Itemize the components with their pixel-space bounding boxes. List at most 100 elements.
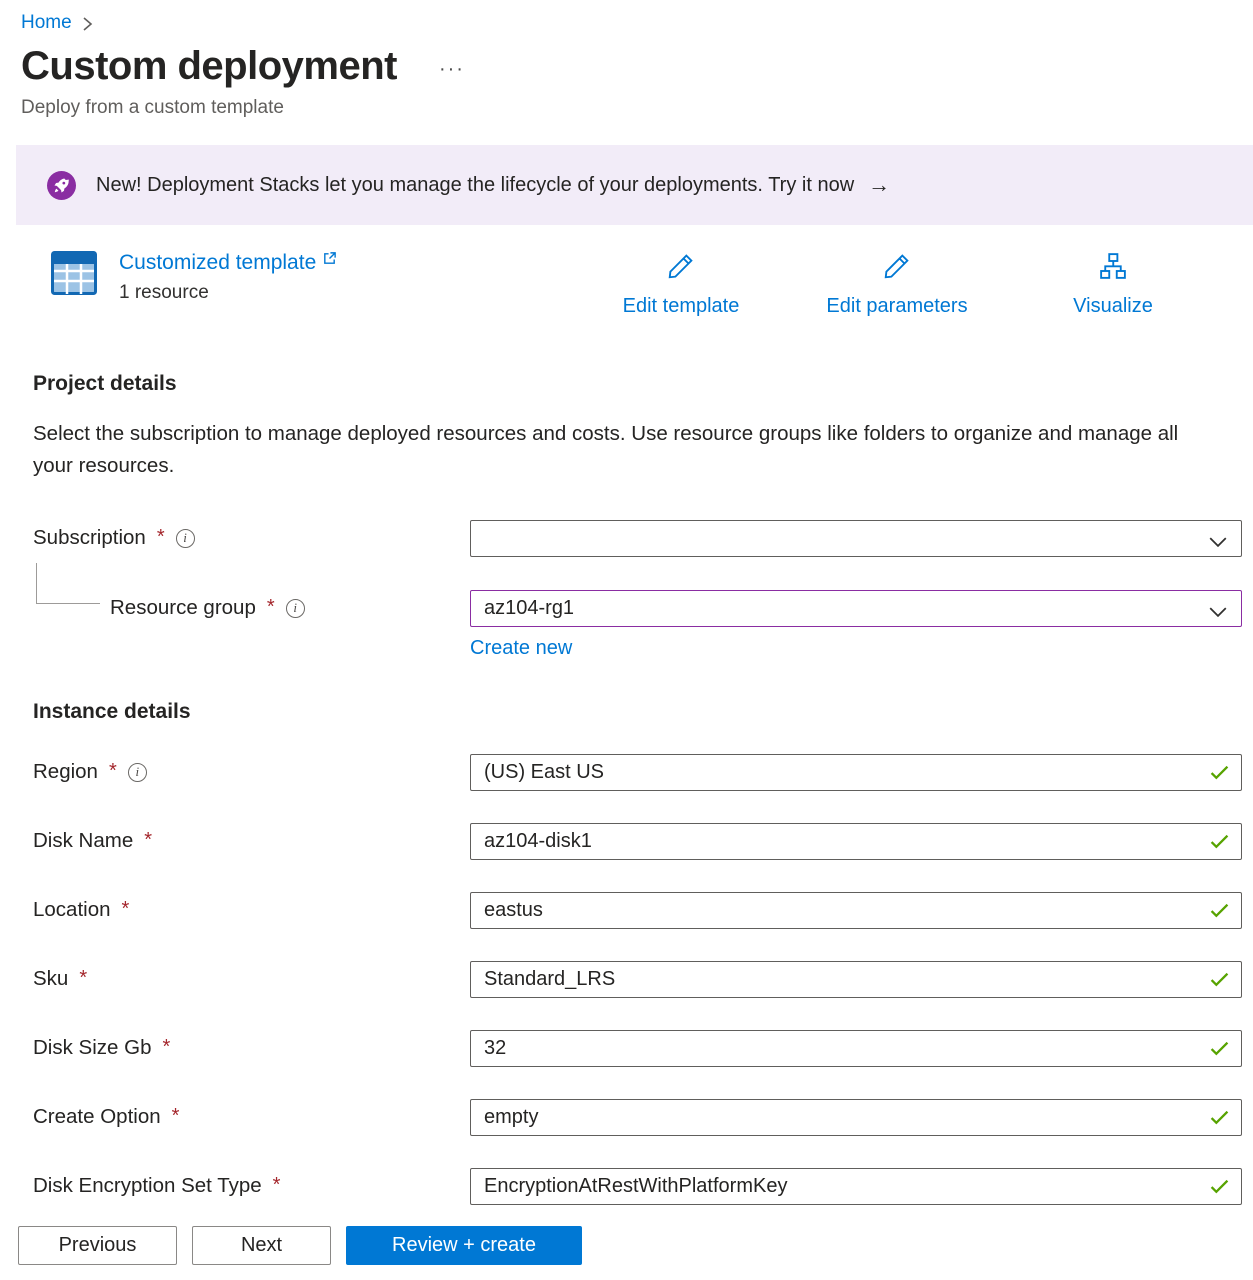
subscription-row: Subscription * i <box>33 520 1253 557</box>
custom-deployment-page: Home Custom deployment ··· Deploy from a… <box>0 0 1253 1280</box>
visualize-label: Visualize <box>1073 295 1153 318</box>
edit-parameters-label: Edit parameters <box>826 295 967 318</box>
resource-group-dropdown[interactable]: az104-rg1 <box>470 590 1242 627</box>
footer-action-bar: Previous Next Review + create <box>0 1210 1253 1280</box>
deployment-stacks-banner: New! Deployment Stacks let you manage th… <box>16 145 1253 225</box>
disk-encryption-input[interactable]: EncryptionAtRestWithPlatformKey <box>470 1168 1242 1205</box>
disk-size-value: 32 <box>484 1037 506 1060</box>
resource-group-input-cell: az104-rg1 <box>470 590 1242 627</box>
valid-check-icon <box>1210 903 1229 923</box>
instance-details-form: Region * i (US) East US Disk Name * az1 <box>0 754 1253 1205</box>
location-label: Location <box>33 898 111 922</box>
visualize-icon <box>1098 251 1128 287</box>
required-marker: * <box>122 898 130 921</box>
required-marker: * <box>157 526 165 549</box>
valid-check-icon <box>1210 1179 1229 1199</box>
region-label: Region <box>33 760 98 784</box>
template-text-block: Customized template 1 resource <box>119 251 337 304</box>
valid-check-icon <box>1210 1041 1229 1061</box>
create-option-input[interactable]: empty <box>470 1099 1242 1136</box>
sku-input[interactable]: Standard_LRS <box>470 961 1242 998</box>
project-details-form: Subscription * i Resource group * i <box>0 520 1253 660</box>
create-option-row: Create Option * empty <box>33 1099 1253 1136</box>
review-create-button[interactable]: Review + create <box>346 1226 582 1265</box>
sku-label-cell: Sku * <box>33 967 470 991</box>
info-icon[interactable]: i <box>176 529 195 548</box>
location-row: Location * eastus <box>33 892 1253 929</box>
subscription-label-cell: Subscription * i <box>33 526 470 550</box>
pencil-icon <box>882 251 912 287</box>
project-details-heading: Project details <box>33 372 1253 396</box>
breadcrumb-home-link[interactable]: Home <box>21 12 72 34</box>
subscription-dropdown[interactable] <box>470 520 1242 557</box>
disk-name-label: Disk Name <box>33 829 133 853</box>
location-label-cell: Location * <box>33 898 470 922</box>
template-actions: Edit template Edit parameters Visualize <box>573 251 1237 318</box>
create-new-row: Create new <box>470 637 1253 660</box>
next-button[interactable]: Next <box>192 1226 331 1265</box>
subscription-input-cell <box>470 520 1242 557</box>
create-option-value: empty <box>484 1106 538 1129</box>
disk-encryption-value: EncryptionAtRestWithPlatformKey <box>484 1175 787 1198</box>
disk-size-label: Disk Size Gb <box>33 1036 151 1060</box>
disk-name-row: Disk Name * az104-disk1 <box>33 823 1253 860</box>
required-marker: * <box>172 1105 180 1128</box>
visualize-action[interactable]: Visualize <box>1005 251 1221 318</box>
resource-group-label-cell: Resource group * i <box>33 596 470 620</box>
external-link-icon <box>322 251 337 271</box>
region-input-cell: (US) East US <box>470 754 1242 791</box>
disk-encryption-label-cell: Disk Encryption Set Type * <box>33 1174 470 1198</box>
resource-group-value: az104-rg1 <box>484 597 574 620</box>
banner-message: New! Deployment Stacks let you manage th… <box>96 174 854 197</box>
pencil-icon <box>666 251 696 287</box>
breadcrumb: Home <box>0 0 1253 34</box>
disk-name-value: az104-disk1 <box>484 830 592 853</box>
customized-template-link[interactable]: Customized template <box>119 251 316 275</box>
location-input-cell: eastus <box>470 892 1242 929</box>
disk-encryption-row: Disk Encryption Set Type * EncryptionAtR… <box>33 1168 1253 1205</box>
create-option-label: Create Option <box>33 1105 161 1129</box>
location-input[interactable]: eastus <box>470 892 1242 929</box>
more-menu-button[interactable]: ··· <box>439 58 465 81</box>
rocket-icon <box>47 171 76 200</box>
disk-size-input[interactable]: 32 <box>470 1030 1242 1067</box>
disk-name-input[interactable]: az104-disk1 <box>470 823 1242 860</box>
info-icon[interactable]: i <box>286 599 305 618</box>
valid-check-icon <box>1210 765 1229 785</box>
title-row: Custom deployment ··· <box>21 44 1253 89</box>
page-title: Custom deployment <box>21 44 397 89</box>
tree-connector-line <box>36 563 100 604</box>
valid-check-icon <box>1210 834 1229 854</box>
info-icon[interactable]: i <box>128 763 147 782</box>
sku-row: Sku * Standard_LRS <box>33 961 1253 998</box>
required-marker: * <box>273 1174 281 1197</box>
disk-size-label-cell: Disk Size Gb * <box>33 1036 470 1060</box>
required-marker: * <box>144 829 152 852</box>
location-value: eastus <box>484 899 543 922</box>
edit-parameters-action[interactable]: Edit parameters <box>789 251 1005 318</box>
region-row: Region * i (US) East US <box>33 754 1253 791</box>
disk-encryption-label: Disk Encryption Set Type <box>33 1174 262 1198</box>
page-subtitle: Deploy from a custom template <box>21 97 1253 119</box>
template-icon <box>51 251 97 304</box>
region-input[interactable]: (US) East US <box>470 754 1242 791</box>
region-value: (US) East US <box>484 761 604 784</box>
instance-details-heading: Instance details <box>33 700 1253 724</box>
required-marker: * <box>109 760 117 783</box>
disk-size-row: Disk Size Gb * 32 <box>33 1030 1253 1067</box>
create-option-input-cell: empty <box>470 1099 1242 1136</box>
project-details-description: Select the subscription to manage deploy… <box>33 418 1193 482</box>
edit-template-label: Edit template <box>623 295 740 318</box>
valid-check-icon <box>1210 1110 1229 1130</box>
previous-button[interactable]: Previous <box>18 1226 177 1265</box>
disk-name-label-cell: Disk Name * <box>33 829 470 853</box>
arrow-right-icon[interactable]: → <box>868 172 890 198</box>
banner-message-text: New! Deployment Stacks let you manage th… <box>96 174 763 196</box>
sku-label: Sku <box>33 967 68 991</box>
edit-template-action[interactable]: Edit template <box>573 251 789 318</box>
sku-value: Standard_LRS <box>484 968 615 991</box>
banner-try-it-now-link[interactable]: Try it now <box>768 174 854 196</box>
create-new-link[interactable]: Create new <box>470 637 572 659</box>
resource-group-row: Resource group * i az104-rg1 <box>33 590 1253 627</box>
template-summary-row: Customized template 1 resource Edit temp… <box>51 251 1237 318</box>
